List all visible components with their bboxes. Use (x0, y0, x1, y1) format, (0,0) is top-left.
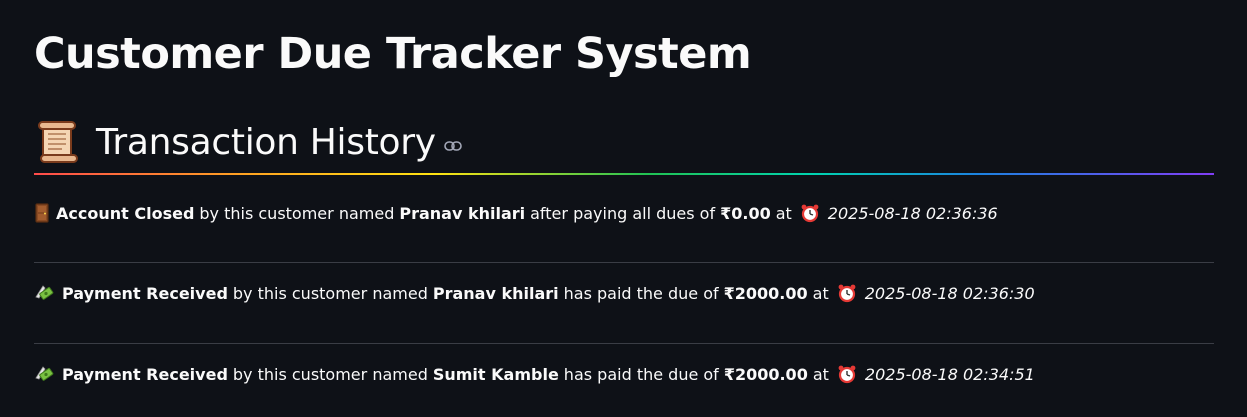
transaction-timestamp: 2025-08-18 02:36:30 (864, 283, 1035, 303)
at-text: at (812, 364, 829, 384)
transaction-event: Payment Received (62, 364, 228, 384)
transaction-text: has paid the due of (563, 283, 719, 303)
transaction-text: has paid the due of (563, 364, 719, 384)
customer-name: Sumit Kamble (432, 364, 559, 384)
at-text: at (775, 203, 792, 223)
transaction-event: Payment Received (62, 283, 228, 303)
transaction-entry: Payment Received by this customer named … (34, 280, 1035, 306)
transaction-text: by this customer named (232, 364, 428, 384)
app-main: Customer Due Tracker System Transaction … (0, 0, 1247, 417)
transaction-amount: ₹0.00 (720, 203, 771, 223)
transaction-timestamp: 2025-08-18 02:34:51 (864, 364, 1035, 384)
transaction-amount: ₹2000.00 (723, 364, 808, 384)
entry-divider (34, 343, 1214, 344)
money-with-wings-icon (35, 366, 54, 381)
at-text: at (812, 283, 829, 303)
transaction-amount: ₹2000.00 (723, 283, 808, 303)
transaction-timestamp: 2025-08-18 02:36:36 (827, 203, 998, 223)
transaction-event: Account Closed (56, 203, 195, 223)
section-heading: Transaction History (96, 121, 436, 163)
entry-divider (34, 262, 1214, 263)
alarm-clock-icon (838, 365, 856, 384)
alarm-clock-icon (838, 284, 856, 303)
customer-name: Pranav khilari (432, 283, 559, 303)
page-title: Customer Due Tracker System (34, 29, 752, 79)
transaction-text: by this customer named (199, 203, 395, 223)
transaction-text: after paying all dues of (530, 203, 716, 223)
alarm-clock-icon (801, 204, 819, 223)
transaction-text: by this customer named (232, 283, 428, 303)
section-header: Transaction History (34, 118, 462, 166)
link-icon[interactable] (443, 140, 462, 152)
customer-name: Pranav khilari (399, 203, 526, 223)
scroll-icon (38, 121, 78, 163)
door-icon (35, 203, 49, 223)
money-with-wings-icon (35, 285, 54, 300)
transaction-entry: Account Closed by this customer named Pr… (34, 200, 998, 226)
header-divider (34, 173, 1214, 175)
transaction-entry: Payment Received by this customer named … (34, 361, 1035, 387)
